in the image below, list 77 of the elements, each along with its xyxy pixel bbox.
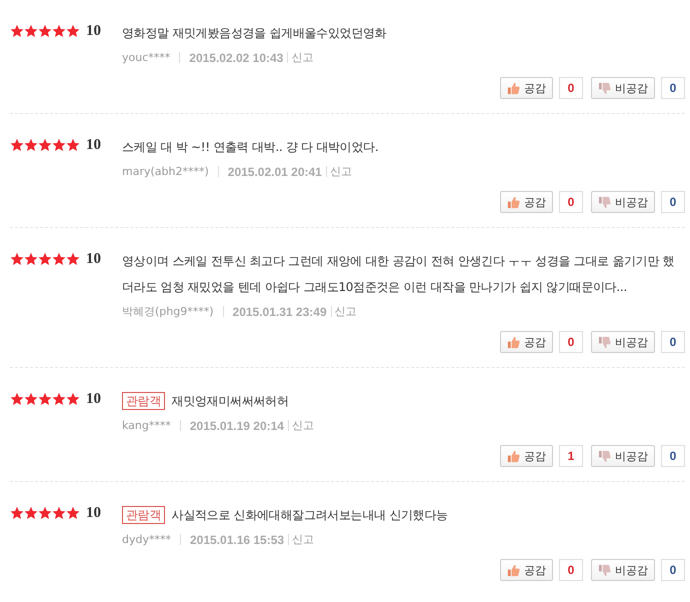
star-icon xyxy=(66,252,80,266)
dislike-count: 0 xyxy=(661,445,685,467)
like-button[interactable]: 공감 xyxy=(500,331,553,353)
score: 10 xyxy=(86,22,101,40)
like-button[interactable]: 공감 xyxy=(500,559,553,581)
star-icon xyxy=(38,24,52,38)
review-date: 2015.01.16 15:53 xyxy=(190,532,284,546)
review-text: 재밋엉재미써써써허허 xyxy=(172,394,289,408)
star-icon xyxy=(10,24,24,38)
dislike-button[interactable]: 비공감 xyxy=(591,331,655,353)
review-date: 2015.02.01 20:41 xyxy=(228,164,322,178)
star-icon xyxy=(10,138,24,152)
dislike-button[interactable]: 비공감 xyxy=(591,77,655,99)
dislike-button[interactable]: 비공감 xyxy=(591,445,655,467)
thumbs-up-icon xyxy=(507,82,520,94)
audience-badge: 관람객 xyxy=(122,392,166,410)
like-button[interactable]: 공감 xyxy=(500,445,553,467)
star-icon xyxy=(24,392,38,406)
thumbs-down-icon xyxy=(598,82,611,94)
review-text: 영상이며 스케일 전투신 최고다 그런데 재앙에 대한 공감이 전혀 안생긴다 ㅜㅜ 성경을 그대로 옮기기만 했더라도 엄청 재밌었을 텐데 아쉽다 그래도10점준것은 이런 대작을 만나기가 쉽지 않기때문이다... xyxy=(122,254,674,294)
like-count: 0 xyxy=(559,191,583,213)
dislike-count: 0 xyxy=(661,77,685,99)
star-icon xyxy=(52,392,66,406)
user-name: dydy**** xyxy=(122,533,171,546)
score: 10 xyxy=(86,250,101,268)
like-count: 0 xyxy=(559,331,583,353)
star-icon xyxy=(38,138,52,152)
score: 10 xyxy=(86,136,101,154)
thumbs-down-icon xyxy=(598,450,611,462)
star-icon xyxy=(38,252,52,266)
review-date: 2015.01.31 23:49 xyxy=(232,304,327,318)
user-name: mary(abh2****) xyxy=(122,165,209,178)
star-icon xyxy=(10,392,24,406)
review-date: 2015.02.02 10:43 xyxy=(189,50,284,64)
star-icon xyxy=(66,392,80,406)
dislike-count: 0 xyxy=(661,191,685,213)
star-icon xyxy=(24,252,38,266)
star-icon xyxy=(10,252,24,266)
thumbs-down-icon xyxy=(598,196,611,208)
star-icon xyxy=(66,138,80,152)
thumbs-up-icon xyxy=(507,336,520,348)
star-icon xyxy=(52,138,66,152)
thumbs-up-icon xyxy=(507,196,520,208)
thumbs-up-icon xyxy=(507,564,520,576)
star-icon xyxy=(24,506,38,520)
star-icon xyxy=(24,138,38,152)
star-icon xyxy=(24,24,38,38)
star-icon xyxy=(66,24,80,38)
dislike-button[interactable]: 비공감 xyxy=(591,191,655,213)
like-button[interactable]: 공감 xyxy=(500,191,553,213)
review-text: 영화정말 재밋게봤음성경을 쉽게배울수있었던영화 xyxy=(122,26,386,40)
star-icon xyxy=(38,506,52,520)
user-name: youc**** xyxy=(122,51,170,64)
score: 10 xyxy=(86,390,101,408)
thumbs-down-icon xyxy=(598,564,611,576)
thumbs-down-icon xyxy=(598,336,611,348)
user-name: kang**** xyxy=(122,419,171,432)
dislike-button[interactable]: 비공감 xyxy=(591,559,655,581)
review-text: 스케일 대 박 ~!! 연출력 대박.. 걍 다 대박이었다. xyxy=(122,140,378,154)
star-icon xyxy=(52,24,66,38)
like-button[interactable]: 공감 xyxy=(500,77,553,99)
star-icon xyxy=(10,506,24,520)
dislike-count: 0 xyxy=(661,331,685,353)
review-text: 사실적으로 신화에대해잘그려서보는내내 신기했다능 xyxy=(172,508,448,522)
star-icon xyxy=(52,506,66,520)
star-icon xyxy=(52,252,66,266)
audience-badge: 관람객 xyxy=(122,506,166,524)
review-date: 2015.01.19 20:14 xyxy=(190,418,284,432)
like-count: 1 xyxy=(559,445,583,467)
star-icon xyxy=(38,392,52,406)
star-icon xyxy=(66,506,80,520)
like-count: 0 xyxy=(559,559,583,581)
like-count: 0 xyxy=(559,77,583,99)
user-name: 박혜경(phg9****) xyxy=(122,304,214,319)
thumbs-up-icon xyxy=(507,450,520,462)
score: 10 xyxy=(86,504,101,522)
dislike-count: 0 xyxy=(661,559,685,581)
